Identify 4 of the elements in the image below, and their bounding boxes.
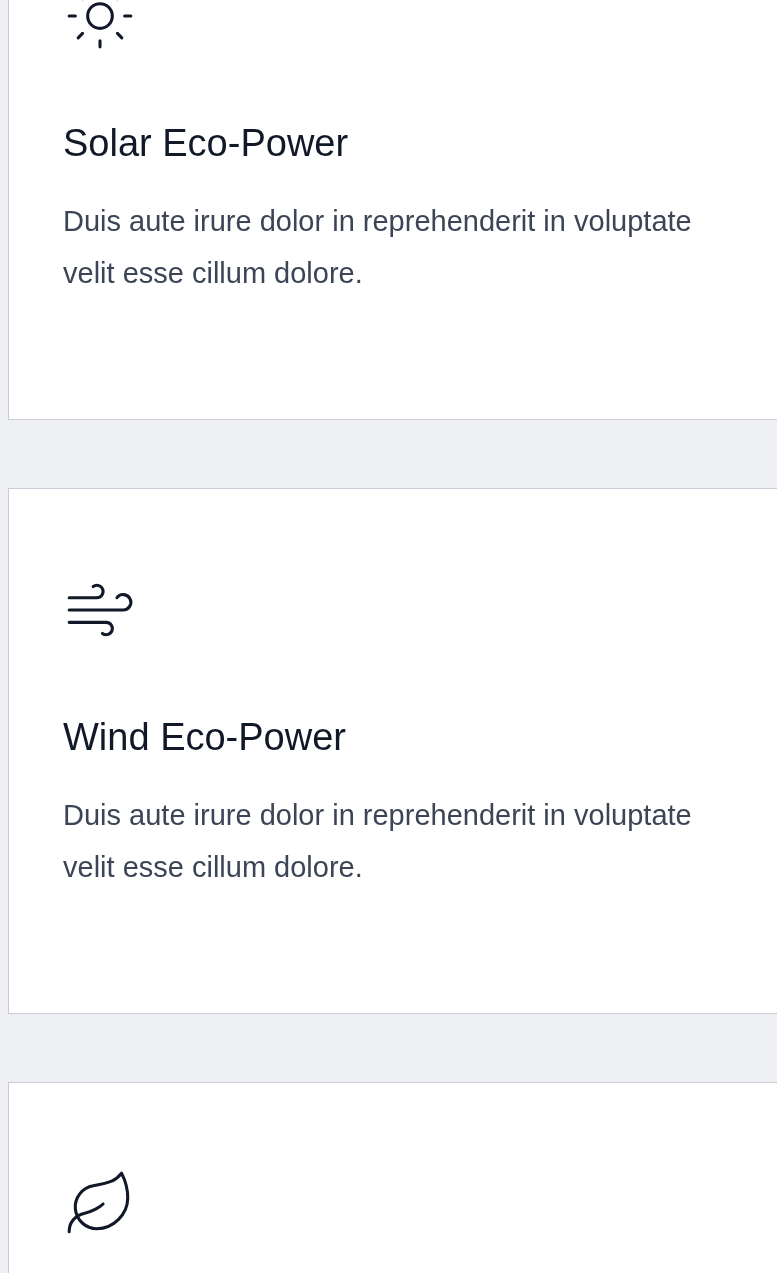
card-title: Solar Eco-Power (63, 121, 350, 166)
card-description: Duis aute irure dolor in reprehenderit in voluptate velit esse cillum dolore. (63, 798, 693, 885)
card-title: Wind Eco-Power (63, 715, 347, 760)
card-description: Duis aute irure dolor in reprehenderit in voluptate velit esse cillum dolore. (63, 204, 693, 291)
